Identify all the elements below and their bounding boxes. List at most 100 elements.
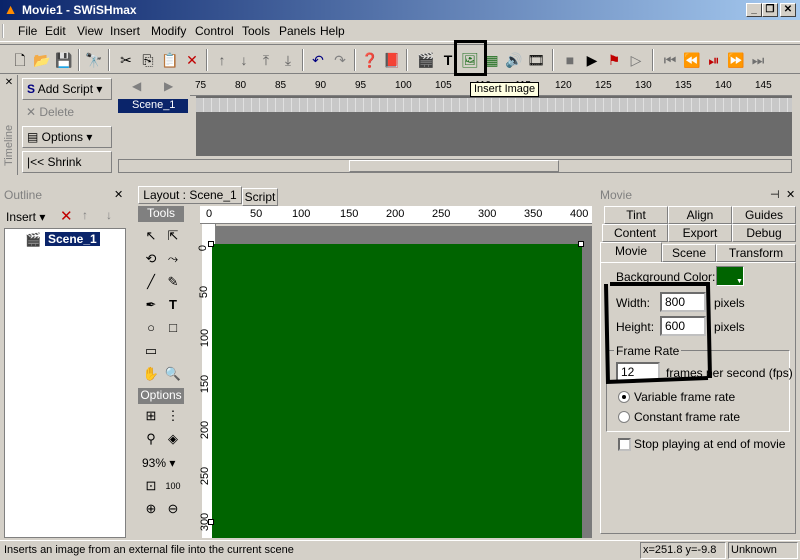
tab-export[interactable]: Export (668, 224, 732, 242)
zoom-out-icon[interactable]: ⊖ (162, 499, 184, 521)
tab-content[interactable]: Content (602, 224, 668, 242)
options-button[interactable]: ▤ Options ▾ (22, 126, 112, 148)
outline-close-icon[interactable]: ✕ (114, 188, 123, 201)
constant-radio[interactable] (618, 411, 630, 423)
next-frame-icon[interactable]: ⏩ (726, 50, 746, 70)
hand-icon[interactable]: ✋ (140, 364, 162, 386)
tab-align[interactable]: Align (668, 206, 732, 224)
play-frame-icon[interactable]: ⚑ (604, 50, 624, 70)
zoom-select[interactable]: 93% ▾ (142, 456, 175, 470)
prev-frame-icon[interactable]: ⏪ (682, 50, 702, 70)
variable-radio[interactable] (618, 391, 630, 403)
stop-icon[interactable]: ■ (560, 50, 580, 70)
new-icon[interactable]: 🗋 (10, 50, 30, 70)
undo-icon[interactable]: ↶ (308, 50, 328, 70)
autoshape-icon[interactable]: ▭ (140, 341, 162, 363)
save-icon[interactable]: 💾 (54, 50, 74, 70)
insert-movie-icon[interactable]: 🎞 (526, 50, 546, 70)
current-frame-icon[interactable]: ⏯ (704, 50, 724, 70)
redo-icon[interactable]: ↷ (330, 50, 350, 70)
find-icon[interactable]: 🔭 (84, 50, 104, 70)
cut-icon[interactable]: ✂ (116, 50, 136, 70)
zoom-in-icon[interactable]: ⊕ (140, 499, 162, 521)
timeline-close-icon[interactable]: ✕ (2, 77, 16, 91)
tab-movie[interactable]: Movie (600, 242, 662, 262)
eyedropper-icon[interactable]: ⚲ (140, 429, 162, 451)
tab-scene[interactable]: Scene (662, 244, 716, 262)
tab-guides[interactable]: Guides (732, 206, 796, 224)
move-bottom-icon[interactable]: ⤓ (278, 50, 298, 70)
subselect-icon[interactable]: ⇱ (162, 226, 184, 248)
zoom-icon[interactable]: 🔍 (162, 364, 184, 386)
delete-icon[interactable]: ✕ (182, 50, 202, 70)
menu-edit[interactable]: Edit (45, 24, 66, 38)
move-up-icon[interactable]: ↑ (212, 50, 232, 70)
help-pointer-icon[interactable]: ❓ (360, 50, 380, 70)
maximize-button[interactable]: ❐ (762, 3, 778, 17)
fill-icon[interactable]: ◈ (162, 429, 184, 451)
insert-scene-icon[interactable]: 🎬 (416, 50, 436, 70)
motion-path-icon[interactable]: ⤳ (162, 249, 184, 271)
tab-transform[interactable]: Transform (716, 244, 796, 262)
scene-row[interactable]: Scene_1 (118, 99, 188, 113)
status-bar: Inserts an image from an external file i… (0, 540, 800, 560)
pencil-icon[interactable]: ✎ (162, 272, 184, 294)
play-effect-icon[interactable]: ▷ (626, 50, 646, 70)
outline-delete-icon[interactable]: ✕ (60, 207, 73, 225)
text-tool-icon[interactable]: T (162, 295, 184, 317)
close-button[interactable]: ✕ (780, 3, 796, 17)
add-script-button[interactable]: S Add Script ▾ (22, 78, 112, 100)
delete-button[interactable]: ✕ Delete (22, 102, 112, 124)
tab-tint[interactable]: Tint (604, 206, 668, 224)
menu-help[interactable]: Help (320, 24, 345, 38)
zoom-fit-icon[interactable]: ⊡ (140, 476, 162, 498)
play-icon[interactable]: ▶ (582, 50, 602, 70)
menu-modify[interactable]: Modify (151, 24, 186, 38)
menu-control[interactable]: Control (195, 24, 234, 38)
shrink-button[interactable]: |<< Shrink (22, 151, 112, 173)
scroll-left-icon[interactable]: ◀ (132, 79, 141, 93)
move-top-icon[interactable]: ⤒ (256, 50, 276, 70)
transform-icon[interactable]: ⟲ (140, 249, 162, 271)
help-book-icon[interactable]: 📕 (382, 50, 402, 70)
outline-down-icon[interactable]: ↓ (106, 208, 112, 222)
first-frame-icon[interactable]: ⏮ (660, 50, 680, 70)
movie-close-icon[interactable]: ✕ (786, 188, 795, 201)
select-icon[interactable]: ↖ (140, 226, 162, 248)
timeline-frames-row[interactable] (196, 98, 792, 112)
rectangle-icon[interactable]: □ (162, 318, 184, 340)
menu-tools[interactable]: Tools (242, 24, 270, 38)
move-down-icon[interactable]: ↓ (234, 50, 254, 70)
selection-handle[interactable] (208, 519, 214, 525)
open-icon[interactable]: 📂 (32, 50, 52, 70)
timeline-scrollbar[interactable] (118, 159, 792, 173)
copy-icon[interactable]: ⎘ (138, 50, 158, 70)
menu-panels[interactable]: Panels (279, 24, 316, 38)
last-frame-icon[interactable]: ⏭ (748, 50, 768, 70)
grid-icon[interactable]: ⋮ (162, 406, 184, 428)
snap-icon[interactable]: ⊞ (140, 406, 162, 428)
insert-sound-icon[interactable]: 🔊 (504, 50, 524, 70)
stage-canvas[interactable] (212, 244, 582, 538)
paste-icon[interactable]: 📋 (160, 50, 180, 70)
scroll-right-icon[interactable]: ▶ (164, 79, 173, 93)
selection-handle[interactable] (578, 241, 584, 247)
menu-view[interactable]: View (77, 24, 103, 38)
ellipse-icon[interactable]: ○ (140, 318, 162, 340)
tree-item-scene[interactable]: Scene_1 (45, 232, 100, 246)
menu-file[interactable]: File (18, 24, 37, 38)
line-icon[interactable]: ╱ (140, 272, 162, 294)
minimize-button[interactable]: _ (746, 3, 762, 17)
outline-insert-button[interactable]: Insert ▾ (6, 210, 45, 224)
tab-script[interactable]: Script (242, 188, 278, 206)
menu-insert[interactable]: Insert (110, 24, 140, 38)
timeline-scroll-thumb[interactable] (349, 160, 559, 172)
zoom-100-icon[interactable]: 100 (162, 476, 184, 498)
tab-layout[interactable]: Layout : Scene_1 (138, 186, 242, 204)
outline-up-icon[interactable]: ↑ (82, 208, 88, 222)
movie-pin-icon[interactable]: ⊣ (770, 188, 780, 201)
pen-icon[interactable]: ✒ (140, 295, 162, 317)
selection-handle[interactable] (208, 241, 214, 247)
tab-debug[interactable]: Debug (732, 224, 796, 242)
stop-playing-checkbox[interactable] (618, 438, 631, 451)
